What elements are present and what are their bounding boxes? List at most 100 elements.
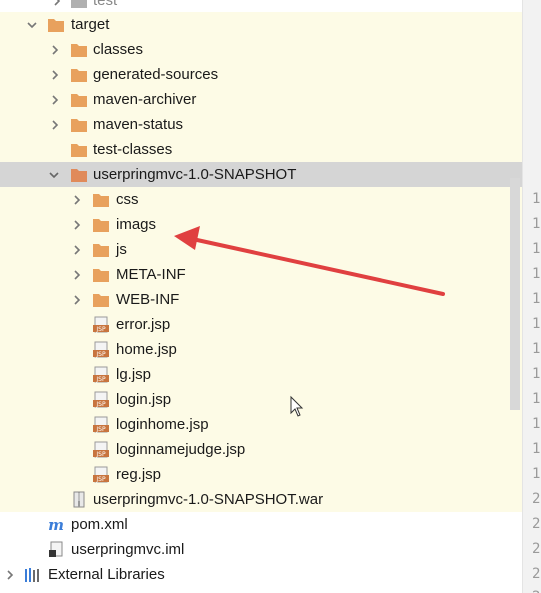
tree-label-jsp: error.jsp — [116, 316, 171, 333]
tree-row-web-inf[interactable]: WEB-INF — [0, 287, 522, 312]
chevron-right-icon[interactable] — [50, 45, 60, 55]
chevron-right-icon[interactable] — [50, 70, 60, 80]
tree-label-js: js — [116, 241, 127, 258]
tree-label-jsp: reg.jsp — [116, 466, 162, 483]
tree-label-snapshot-folder: userpringmvc-1.0-SNAPSHOT — [93, 166, 297, 183]
line-number: 1 — [532, 266, 541, 282]
war-archive-icon — [73, 491, 85, 508]
chevron-right-icon[interactable] — [72, 295, 82, 305]
svg-text:JSP: JSP — [95, 401, 106, 408]
chevron-down-icon[interactable] — [27, 20, 37, 30]
tree-label-css: css — [116, 191, 139, 208]
scrollbar-thumb[interactable] — [510, 178, 520, 410]
line-number: 1 — [532, 291, 541, 307]
tree-row-target[interactable]: target — [0, 12, 522, 37]
folder-icon — [93, 219, 109, 232]
maven-icon: m — [48, 516, 64, 533]
tree-row-test-classes[interactable]: test-classes — [0, 137, 522, 162]
tree-row-jsp-file[interactable]: JSP error.jsp — [0, 312, 522, 337]
chevron-right-icon[interactable] — [50, 120, 60, 130]
tree-row-iml[interactable]: userpringmvc.iml — [0, 537, 522, 562]
tree-label-war: userpringmvc-1.0-SNAPSHOT.war — [93, 491, 324, 508]
tree-row-jsp-file[interactable]: JSP loginhome.jsp — [0, 412, 522, 437]
line-number: 1 — [532, 416, 541, 432]
line-number: 1 — [532, 191, 541, 207]
tree-row-imags[interactable]: imags — [0, 212, 522, 237]
line-number: 1 — [532, 366, 541, 382]
tree-row-jsp-file[interactable]: JSP login.jsp — [0, 387, 522, 412]
tree-row-war[interactable]: userpringmvc-1.0-SNAPSHOT.war — [0, 487, 522, 512]
svg-text:JSP: JSP — [95, 376, 106, 383]
jsp-file-icon: JSP — [93, 441, 109, 458]
tree-row-maven-archiver[interactable]: maven-archiver — [0, 87, 522, 112]
chevron-right-icon[interactable] — [72, 195, 82, 205]
chevron-right-icon[interactable] — [5, 570, 15, 580]
line-number: 1 — [532, 441, 541, 457]
tree-label-maven-status: maven-status — [93, 116, 184, 133]
tree-row-jsp-file[interactable]: JSP reg.jsp — [0, 462, 522, 487]
line-number: 2 — [532, 491, 541, 507]
tree-label-generated-sources: generated-sources — [93, 66, 219, 83]
line-number: 2 — [532, 589, 540, 593]
tree-label-external-libraries: External Libraries — [48, 566, 165, 583]
folder-icon — [71, 144, 87, 157]
svg-text:JSP: JSP — [95, 476, 106, 483]
svg-text:m: m — [48, 516, 64, 533]
tree-row-snapshot-folder[interactable]: userpringmvc-1.0-SNAPSHOT — [0, 162, 522, 187]
svg-text:JSP: JSP — [95, 326, 106, 333]
line-number: 1 — [532, 216, 541, 232]
svg-text:JSP: JSP — [95, 451, 106, 458]
chevron-down-icon[interactable] — [49, 170, 59, 180]
tree-row-meta-inf[interactable]: META-INF — [0, 262, 522, 287]
line-number: 1 — [532, 316, 541, 332]
tree-label-imags: imags — [116, 216, 157, 233]
tree-label-jsp: loginhome.jsp — [116, 416, 209, 433]
tree-row-pom[interactable]: m pom.xml — [0, 512, 522, 537]
folder-icon — [71, 119, 87, 132]
tree-row-jsp-file[interactable]: JSP loginnamejudge.jsp — [0, 437, 522, 462]
chevron-right-icon[interactable] — [72, 245, 82, 255]
jsp-file-icon: JSP — [93, 341, 109, 358]
tree-label-iml: userpringmvc.iml — [71, 541, 185, 558]
tree-row-js[interactable]: js — [0, 237, 522, 262]
tree-label-jsp: loginnamejudge.jsp — [116, 441, 246, 458]
folder-icon — [93, 244, 109, 257]
chevron-right-icon[interactable] — [72, 220, 82, 230]
svg-text:JSP: JSP — [95, 426, 106, 433]
chevron-right-icon[interactable] — [52, 0, 62, 6]
iml-module-icon — [49, 541, 63, 557]
tree-row-jsp-file[interactable]: JSP lg.jsp — [0, 362, 522, 387]
jsp-file-icon: JSP — [93, 391, 109, 408]
line-number: 2 — [532, 566, 541, 582]
chevron-right-icon[interactable] — [72, 270, 82, 280]
folder-icon — [71, 94, 87, 107]
tree-label-meta-inf: META-INF — [116, 266, 186, 283]
project-tree: test target classes generated-sources ma… — [0, 0, 522, 593]
folder-icon — [48, 19, 64, 32]
tree-label-pom: pom.xml — [71, 516, 128, 533]
tree-label-web-inf: WEB-INF — [116, 291, 180, 308]
jsp-file-icon: JSP — [93, 416, 109, 433]
tree-row-maven-status[interactable]: maven-status — [0, 112, 522, 137]
folder-icon — [93, 194, 109, 207]
folder-icon — [71, 0, 87, 8]
editor-gutter: 1 1 1 1 1 1 1 1 1 1 1 1 2 2 2 2 2 — [522, 0, 541, 593]
tree-row-css[interactable]: css — [0, 187, 522, 212]
line-number: 2 — [532, 516, 541, 532]
chevron-right-icon[interactable] — [50, 95, 60, 105]
folder-icon — [71, 44, 87, 57]
tree-label-target: target — [71, 16, 110, 33]
line-number: 1 — [532, 241, 541, 257]
folder-icon — [93, 269, 109, 282]
libraries-icon — [25, 568, 39, 582]
jsp-file-icon: JSP — [93, 316, 109, 333]
tree-label-test-classes: test-classes — [93, 141, 173, 158]
tree-row-external-libraries[interactable]: External Libraries — [0, 562, 522, 587]
tree-row-jsp-file[interactable]: JSP home.jsp — [0, 337, 522, 362]
line-number: 2 — [532, 541, 541, 557]
folder-icon — [93, 294, 109, 307]
tree-label-jsp: lg.jsp — [116, 366, 152, 383]
tree-row-generated-sources[interactable]: generated-sources — [0, 62, 522, 87]
jsp-file-icon: JSP — [93, 366, 109, 383]
tree-row-classes[interactable]: classes — [0, 37, 522, 62]
